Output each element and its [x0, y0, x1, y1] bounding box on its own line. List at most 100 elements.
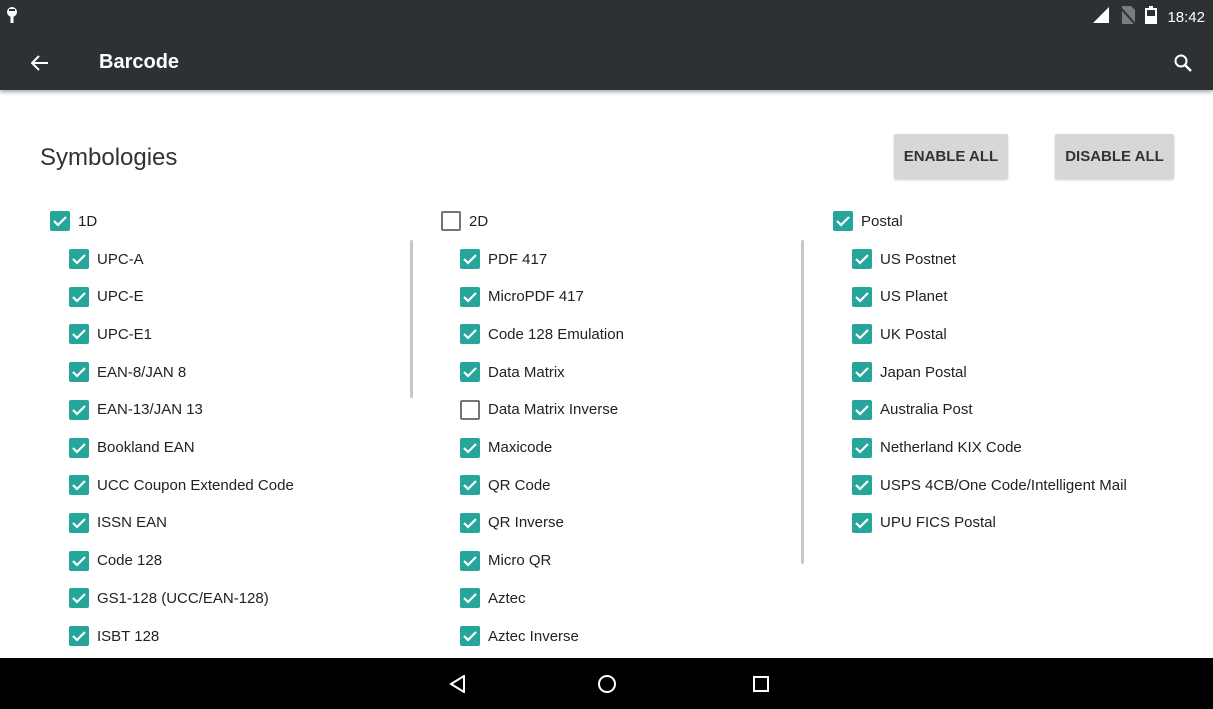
symbology-checkbox[interactable]: QR Inverse [460, 511, 564, 535]
checkbox-checked-icon[interactable] [69, 324, 89, 345]
symbology-checkbox[interactable]: MicroPDF 417 [460, 285, 584, 309]
checkbox-checked-icon[interactable] [460, 512, 480, 533]
checkbox-checked-icon[interactable] [460, 362, 480, 383]
app-bar: Barcode [0, 36, 1213, 90]
checkbox-checked-icon[interactable] [460, 550, 480, 571]
checkbox-checked-icon[interactable] [833, 211, 853, 231]
checkbox-checked-icon[interactable] [852, 249, 872, 269]
checkbox-checked-icon[interactable] [69, 550, 89, 571]
checkbox-checked-icon[interactable] [852, 512, 872, 533]
navigation-bar [0, 658, 1213, 709]
group-checkbox[interactable]: 1D [50, 209, 97, 233]
symbology-checkbox[interactable]: US Planet [852, 285, 948, 309]
symbology-checkbox[interactable]: EAN-8/JAN 8 [69, 360, 186, 384]
checkbox-label: Aztec [488, 589, 526, 607]
symbology-checkbox[interactable]: Micro QR [460, 549, 551, 573]
symbology-checkbox[interactable]: Netherland KIX Code [852, 436, 1022, 460]
symbology-checkbox[interactable]: Bookland EAN [69, 436, 195, 460]
checkbox-unchecked-icon[interactable] [460, 399, 480, 420]
clock: 18:42 [1167, 8, 1205, 26]
symbology-checkbox[interactable]: Code 128 [69, 549, 162, 573]
symbology-checkbox[interactable]: GS1-128 (UCC/EAN-128) [69, 586, 269, 610]
checkbox-label: Australia Post [880, 401, 973, 419]
symbology-checkbox[interactable]: UCC Coupon Extended Code [69, 473, 294, 497]
symbology-checkbox[interactable]: ISBT 128 [69, 624, 159, 648]
checkbox-label: Postal [861, 212, 903, 230]
symbology-checkbox[interactable]: Aztec [460, 586, 526, 610]
checkbox-unchecked-icon[interactable] [441, 211, 461, 231]
symbology-checkbox[interactable]: Japan Postal [852, 360, 967, 384]
checkbox-label: UCC Coupon Extended Code [97, 476, 294, 494]
symbology-checkbox[interactable]: QR Code [460, 473, 551, 497]
checkbox-checked-icon[interactable] [460, 286, 480, 307]
group-checkbox[interactable]: Postal [833, 209, 903, 233]
checkbox-checked-icon[interactable] [460, 437, 480, 458]
checkbox-checked-icon[interactable] [69, 588, 89, 609]
checkbox-checked-icon[interactable] [852, 399, 872, 420]
checkbox-label: Netherland KIX Code [880, 439, 1022, 456]
checkbox-label: ISBT 128 [97, 627, 160, 645]
checkbox-checked-icon[interactable] [460, 475, 480, 496]
checkbox-checked-icon[interactable] [460, 324, 480, 345]
home-circle-icon[interactable] [592, 669, 622, 699]
checkbox-checked-icon[interactable] [69, 399, 89, 420]
symbology-checkbox[interactable]: US Postnet [852, 247, 956, 271]
symbology-checkbox[interactable]: EAN-13/JAN 13 [69, 398, 203, 422]
symbology-checkbox[interactable]: PDF 417 [460, 247, 547, 271]
symbology-checkbox[interactable]: USPS 4CB/One Code/Intelligent Mail [852, 473, 1127, 497]
checkbox-label: 1D [78, 212, 98, 230]
checkbox-checked-icon[interactable] [69, 249, 89, 269]
search-icon[interactable] [1167, 47, 1199, 79]
checkbox-checked-icon[interactable] [50, 211, 70, 231]
status-bar: 18:42 [0, 0, 1213, 36]
symbology-checkbox[interactable]: Code 128 Emulation [460, 322, 624, 346]
checkbox-checked-icon[interactable] [852, 286, 872, 307]
symbology-checkbox[interactable]: Maxicode [460, 436, 552, 460]
symbology-checkbox[interactable]: ISSN EAN [69, 511, 167, 535]
scrollbar-2d[interactable] [410, 240, 413, 398]
group-checkbox[interactable]: 2D [441, 209, 488, 233]
content-area[interactable]: Symbologies ENABLE ALL DISABLE ALL 1D UPC… [0, 90, 1213, 658]
checkbox-checked-icon[interactable] [69, 512, 89, 533]
checkbox-checked-icon[interactable] [460, 626, 480, 646]
checkbox-label: EAN-13/JAN 13 [97, 401, 203, 419]
scrollbar-postal[interactable] [801, 240, 804, 564]
recents-square-icon[interactable] [746, 669, 776, 699]
back-arrow-icon[interactable] [24, 47, 56, 79]
battery-icon [1145, 6, 1158, 28]
symbology-checkbox[interactable]: Australia Post [852, 398, 973, 422]
no-sim-icon [1118, 5, 1137, 28]
checkbox-checked-icon[interactable] [852, 437, 872, 458]
checkbox-label: US Planet [880, 288, 948, 306]
symbology-checkbox[interactable]: Data Matrix [460, 360, 565, 384]
checkbox-checked-icon[interactable] [69, 626, 89, 646]
enable-all-button[interactable]: ENABLE ALL [894, 134, 1008, 179]
symbology-checkbox[interactable]: Data Matrix Inverse [460, 398, 618, 422]
symbology-checkbox[interactable]: UPC-E [69, 285, 144, 309]
checkbox-checked-icon[interactable] [69, 475, 89, 496]
symbology-checkbox[interactable]: UK Postal [852, 322, 947, 346]
symbology-checkbox[interactable]: UPC-A [69, 247, 144, 271]
checkbox-checked-icon[interactable] [69, 286, 89, 307]
checkbox-checked-icon[interactable] [69, 437, 89, 458]
checkbox-label: Japan Postal [880, 363, 967, 381]
checkbox-checked-icon[interactable] [852, 324, 872, 345]
disable-all-button[interactable]: DISABLE ALL [1055, 134, 1174, 179]
checkbox-label: Micro QR [488, 552, 552, 570]
checkbox-label: UPC-E [97, 288, 144, 306]
checkbox-checked-icon[interactable] [852, 362, 872, 383]
checkbox-checked-icon[interactable] [460, 588, 480, 609]
checkbox-checked-icon[interactable] [69, 362, 89, 383]
checkbox-checked-icon[interactable] [852, 475, 872, 496]
checkbox-label: UK Postal [880, 325, 947, 343]
symbology-checkbox[interactable]: UPU FICS Postal [852, 511, 996, 535]
checkbox-label: GS1-128 (UCC/EAN-128) [97, 589, 269, 607]
checkbox-label: UPU FICS Postal [880, 514, 996, 532]
symbology-checkbox[interactable]: Aztec Inverse [460, 624, 579, 648]
symbology-checkbox[interactable]: UPC-E1 [69, 322, 152, 346]
checkbox-label: Maxicode [488, 439, 553, 456]
back-triangle-icon[interactable] [443, 669, 473, 699]
checkbox-label: Data Matrix [488, 363, 565, 381]
checkbox-checked-icon[interactable] [460, 249, 480, 269]
checkbox-label: Code 128 Emulation [488, 325, 624, 343]
